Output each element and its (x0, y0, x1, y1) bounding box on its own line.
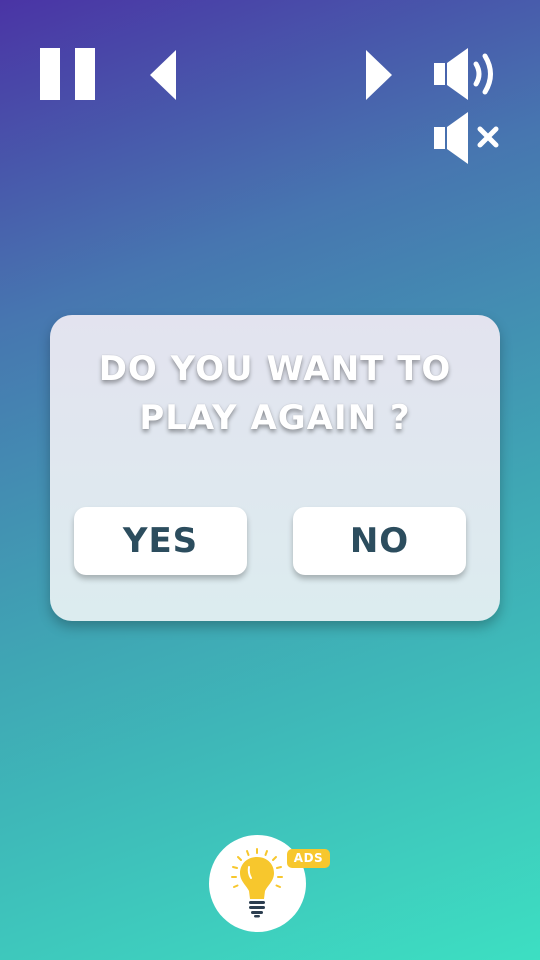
pause-button[interactable] (40, 48, 95, 100)
sound-on-button[interactable] (432, 46, 502, 102)
question-line-2: PLAY AGAIN ? (139, 398, 411, 438)
no-button[interactable]: NO (293, 507, 466, 575)
arrow-left-icon (150, 50, 176, 100)
sound-off-button[interactable] (432, 110, 502, 166)
arrow-right-icon (366, 50, 392, 100)
question-line-1: DO YOU WANT TO (98, 349, 452, 389)
speaker-on-icon (434, 48, 493, 100)
speaker-mute-icon (434, 112, 499, 164)
previous-button[interactable] (150, 50, 178, 100)
yes-button[interactable]: YES (74, 507, 247, 575)
play-again-dialog: DO YOU WANT TO PLAY AGAIN ? YES NO (50, 315, 500, 621)
ads-badge: ADS (287, 849, 330, 868)
dialog-question: DO YOU WANT TO PLAY AGAIN ? (50, 345, 500, 443)
next-button[interactable] (364, 50, 392, 100)
pause-icon (40, 48, 60, 100)
